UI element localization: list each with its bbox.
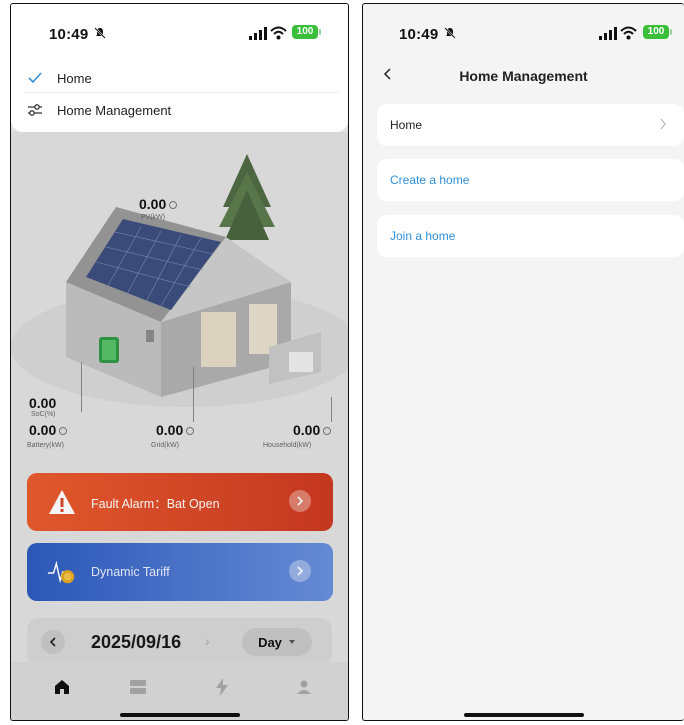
battery-connector-line [81, 362, 82, 412]
chevron-right-icon [289, 490, 311, 512]
soc-value: 0.00 [29, 395, 57, 411]
wifi-icon [270, 26, 287, 40]
dynamic-tariff-card[interactable]: Dynamic Tariff [27, 543, 333, 601]
join-home-label: Join a home [390, 229, 456, 243]
user-icon [297, 680, 311, 694]
status-bar: 10:49 100 [363, 4, 684, 62]
dropdown-item-label: Home [57, 70, 92, 86]
tariff-pulse-icon [47, 557, 77, 587]
house-illustration [11, 154, 348, 407]
selected-date[interactable]: 2025/09/16 [91, 632, 181, 653]
battery-value: 0.00 [29, 422, 68, 438]
status-bar: 10:49 100 [11, 4, 348, 62]
chevron-right-icon [660, 118, 666, 130]
wifi-icon [620, 26, 637, 40]
right-phone-screen: 10:49 100 Home Management Home Create a … [362, 3, 684, 721]
info-dot-icon [323, 427, 332, 436]
pv-label: PV(kW) [141, 214, 166, 221]
page-title: Home Management [459, 68, 588, 84]
status-time: 10:49 [399, 26, 439, 43]
home-row[interactable]: Home [377, 104, 684, 146]
signal-icon [249, 27, 267, 40]
dropdown-item-home-management[interactable]: Home Management [27, 96, 338, 124]
device-icon [130, 680, 146, 694]
create-home-label: Create a home [390, 173, 470, 187]
date-selector: 2025/09/16 › Day [27, 618, 332, 666]
home-row-label: Home [390, 118, 423, 132]
warning-icon [47, 487, 77, 517]
bell-muted-icon [94, 27, 106, 39]
period-dropdown[interactable]: Day [242, 628, 312, 656]
chevron-left-icon [49, 637, 56, 647]
home-switcher-dropdown: 10:49 100 Home Home Management [11, 4, 348, 132]
home-indicator [119, 713, 240, 717]
divider [25, 92, 338, 93]
checkmark-icon [27, 70, 43, 86]
signal-icon [599, 27, 617, 40]
pv-value: 0.00 [139, 196, 178, 212]
sliders-icon [27, 102, 43, 118]
dynamic-tariff-text: Dynamic Tariff [91, 565, 170, 579]
join-home-row[interactable]: Join a home [377, 215, 684, 257]
info-dot-icon [186, 427, 195, 436]
battery-indicator: 100 [292, 25, 321, 39]
bottom-tab-bar [11, 662, 348, 720]
bell-muted-icon [444, 27, 456, 39]
battery-label: Battery(kW) [27, 442, 64, 449]
period-label: Day [258, 634, 282, 650]
dropdown-item-home[interactable]: Home [27, 64, 338, 92]
tab-devices[interactable] [127, 676, 149, 698]
grid-label: Grid(kW) [151, 442, 179, 449]
home-indicator [463, 713, 584, 717]
household-connector-line [331, 397, 332, 422]
create-home-row[interactable]: Create a home [377, 159, 684, 201]
status-time: 10:49 [49, 26, 89, 43]
home-icon [55, 680, 69, 694]
tree-icon [219, 154, 275, 240]
next-date-button[interactable]: › [205, 633, 210, 649]
household-label: Household(kW) [263, 442, 312, 449]
info-dot-icon [59, 427, 68, 436]
info-dot-icon [169, 201, 178, 210]
caret-down-icon [288, 640, 295, 644]
tab-profile[interactable] [293, 676, 315, 698]
left-phone-screen: 10:49 100 Home Home Management 0.00 PV(k… [10, 3, 349, 721]
grid-value: 0.00 [156, 422, 195, 438]
grid-connector-line [193, 367, 194, 422]
household-value: 0.00 [293, 422, 332, 438]
battery-indicator: 100 [643, 25, 672, 39]
soc-label: SoC(%) [31, 411, 56, 418]
dropdown-item-label: Home Management [57, 102, 172, 118]
chevron-right-icon [289, 560, 311, 582]
navigation-bar: Home Management [363, 60, 684, 92]
tab-energy[interactable] [211, 676, 233, 698]
fault-alarm-text: Fault Alarm：Bat Open [91, 496, 220, 511]
fault-alarm-card[interactable]: Fault Alarm：Bat Open [27, 473, 333, 531]
lightning-icon [216, 678, 228, 696]
energy-flow-scene: 0.00 PV(kW) 0.00 SoC(%) 0.00 Battery(kW)… [11, 132, 348, 462]
tab-home[interactable] [51, 676, 73, 698]
previous-date-button[interactable] [41, 630, 65, 654]
